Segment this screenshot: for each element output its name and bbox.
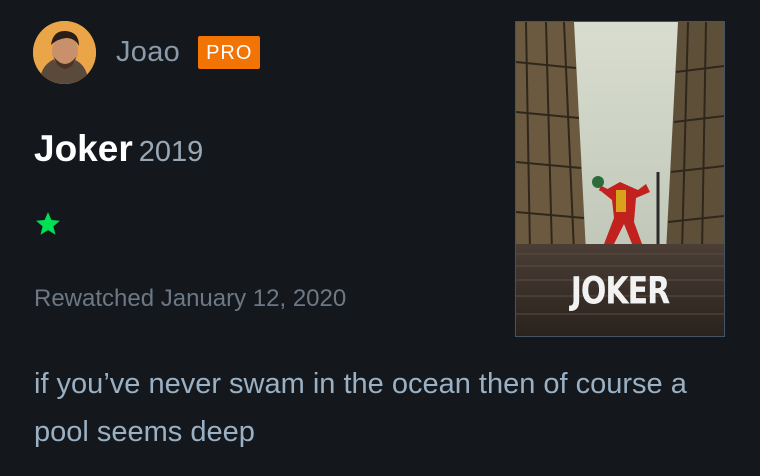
star-icon (36, 212, 60, 235)
username[interactable]: Joao (116, 36, 180, 69)
watch-date: Rewatched January 12, 2020 (34, 285, 347, 312)
pro-badge: PRO (198, 36, 261, 69)
film-title-line[interactable]: Joker 2019 (34, 128, 203, 170)
avatar-image (33, 21, 96, 84)
review-body: if you’ve never swam in the ocean then o… (34, 368, 687, 448)
avatar[interactable] (33, 21, 96, 84)
poster-title: JOKER (570, 269, 671, 314)
film-title[interactable]: Joker (34, 128, 133, 169)
review-author[interactable]: Joao PRO (33, 21, 261, 84)
star-rating (34, 210, 62, 238)
film-year[interactable]: 2019 (139, 136, 204, 168)
film-poster[interactable]: JOKER (515, 21, 725, 337)
